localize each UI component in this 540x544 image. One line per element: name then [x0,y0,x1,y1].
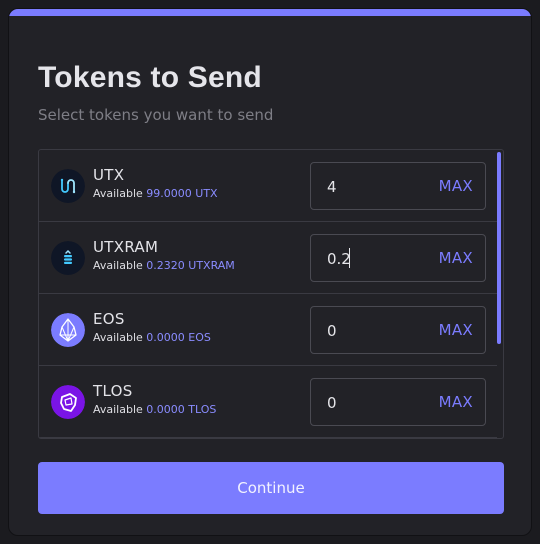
amount-field-utx: MAX [310,162,486,210]
token-symbol: UTX [93,166,125,184]
available-label: Available [93,259,143,272]
available-label: Available [93,331,143,344]
max-button-utx[interactable]: MAX [439,177,473,195]
available-amount: 0.0000 TLOS [146,403,217,416]
text-caret [349,248,350,268]
amount-field-eos: MAX [310,306,486,354]
utx-token-icon [51,169,85,203]
amount-input-utxram[interactable] [327,249,427,269]
token-symbol: UTXRAM [93,238,159,256]
token-symbol: TLOS [93,382,133,400]
page-title: Tokens to Send [38,61,262,94]
token-available: Available 0.0000 EOS [93,331,211,344]
max-button-tlos[interactable]: MAX [439,393,473,411]
eos-token-icon [51,313,85,347]
max-button-eos[interactable]: MAX [439,321,473,339]
token-row-utxram: UTXRAM Available 0.2320 UTXRAM MAX [39,222,497,294]
available-label: Available [93,403,143,416]
tlos-token-icon [51,385,85,419]
token-row-utx: UTX Available 99.0000 UTX MAX [39,150,497,222]
modal-top-accent [9,9,531,16]
token-symbol: EOS [93,310,125,328]
token-available: Available 0.2320 UTXRAM [93,259,235,272]
amount-field-tlos: MAX [310,378,486,426]
page-subtitle: Select tokens you want to send [38,106,274,124]
available-amount: 0.0000 EOS [146,331,211,344]
token-available: Available 99.0000 UTX [93,187,218,200]
amount-input-tlos[interactable] [327,393,427,413]
token-list[interactable]: UTX Available 99.0000 UTX MAX [38,149,504,439]
scrollbar-thumb[interactable] [497,152,501,344]
amount-input-utx[interactable] [327,177,427,197]
available-label: Available [93,187,143,200]
amount-input-eos[interactable] [327,321,427,341]
available-amount: 99.0000 UTX [146,187,218,200]
continue-button[interactable]: Continue [38,462,504,514]
amount-field-utxram: MAX [310,234,486,282]
token-row-eos: EOS Available 0.0000 EOS MAX [39,294,497,366]
available-amount: 0.2320 UTXRAM [146,259,235,272]
utxram-token-icon [51,241,85,275]
token-row-tlos: TLOS Available 0.0000 TLOS MAX [39,366,497,438]
send-tokens-modal: Tokens to Send Select tokens you want to… [8,8,532,536]
max-button-utxram[interactable]: MAX [439,249,473,267]
token-available: Available 0.0000 TLOS [93,403,216,416]
